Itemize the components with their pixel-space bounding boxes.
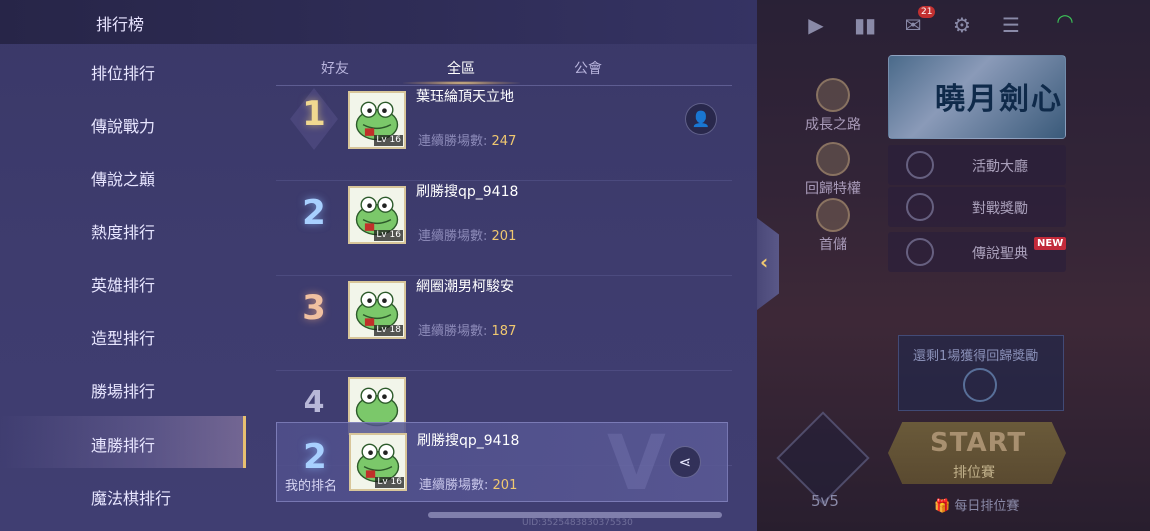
shop-icon[interactable]: ▮▮ [852, 12, 878, 38]
my-rank-bar[interactable]: V 2 我的排名 Lv 16 刷勝搜qp_9418 連續勝場數: 201 ⋖ [276, 422, 728, 502]
growth-road-button[interactable]: 成長之路 [798, 78, 868, 134]
tab-all-region[interactable]: 全區 [447, 58, 475, 78]
chevron-left-icon[interactable]: ‹ [760, 250, 768, 274]
add-friend-icon: 👤 [691, 110, 711, 128]
mail-count-badge: 21 [918, 6, 936, 18]
nav-item-magic-chess[interactable]: 魔法棋排行 [0, 469, 246, 521]
my-win-streak-stat: 連續勝場數: 201 [419, 478, 518, 493]
game-screen: ▶ ▮▮ ✉ 21 ⚙ ☰ ◠ 成長之路 回歸特權 首儲 曉月劍心 活動大廳 對… [0, 0, 1150, 531]
tab-friends[interactable]: 好友 [321, 58, 349, 78]
player-uid: UID:3525483830375530 [522, 518, 633, 528]
share-icon: ⋖ [678, 453, 692, 471]
return-privilege-button[interactable]: 回歸特權 [798, 142, 868, 198]
win-streak-stat: 連續勝場數: 201 [418, 229, 517, 244]
banner-title: 曉月劍心 [935, 82, 1063, 117]
start-label: START [930, 428, 1027, 458]
nav-item-popularity[interactable]: 熱度排行 [0, 203, 246, 255]
leaderboard-category-nav: 排位排行 傳說戰力 傳說之巔 熱度排行 英雄排行 造型排行 勝場排行 連勝排行 … [0, 44, 246, 531]
growth-road-icon [816, 78, 850, 112]
leaderboard-row[interactable]: 3 Lv 18 網圈潮男柯駿安 連續勝場數: 187 [276, 276, 732, 371]
first-recharge-button[interactable]: 首儲 [798, 198, 868, 254]
settings-icon[interactable]: ⚙ [949, 12, 975, 38]
player-name: 葉珏綸頂天立地 [416, 89, 514, 105]
leaderboard-row[interactable]: 2 Lv 16 刷勝搜qp_9418 連續勝場數: 201 [276, 181, 732, 276]
player-name: 刷勝搜qp_9418 [416, 184, 519, 200]
rank-number: 1 [302, 94, 326, 134]
rank-number: 2 [302, 193, 326, 233]
nav-item-legend-power[interactable]: 傳說戰力 [0, 97, 246, 149]
wifi-icon: ◠ [1056, 9, 1074, 33]
title-bar: 排行榜 [0, 0, 757, 44]
battle-reward-icon [906, 193, 934, 221]
return-privilege-icon [816, 142, 850, 176]
leaderboard-panel: 排行榜 排位排行 傳說戰力 傳說之巔 熱度排行 英雄排行 造型排行 勝場排行 連… [0, 0, 757, 531]
level-badge: Lv 16 [374, 135, 403, 146]
nav-item-ranked[interactable]: 排位排行 [0, 44, 246, 96]
rank-number: 4 [303, 385, 325, 420]
avatar[interactable]: Lv 16 [348, 91, 406, 149]
my-avatar[interactable]: Lv 16 [349, 433, 407, 491]
tab-guild[interactable]: 公會 [574, 58, 602, 78]
rank-number: 3 [302, 288, 326, 328]
battle-reward-button[interactable]: 對戰獎勵 [888, 187, 1066, 227]
win-streak-stat: 連續勝場數: 187 [418, 324, 517, 339]
share-button[interactable]: ⋖ [669, 446, 701, 478]
event-banner[interactable]: 曉月劍心 [888, 55, 1066, 139]
page-title: 排行榜 [96, 15, 145, 34]
avatar[interactable]: Lv 18 [348, 281, 406, 339]
nav-item-legend-peak[interactable]: 傳說之巔 [0, 150, 246, 202]
event-hall-icon [906, 151, 934, 179]
nav-item-win-streak[interactable]: 連勝排行 [0, 416, 246, 468]
active-tab-indicator [403, 81, 520, 85]
menu-list-icon[interactable]: ☰ [998, 12, 1024, 38]
level-badge: Lv 18 [374, 325, 403, 336]
my-player-name: 刷勝搜qp_9418 [417, 433, 520, 449]
level-badge: Lv 16 [374, 230, 403, 241]
replay-icon[interactable]: ▶ [803, 12, 829, 38]
my-rank-number: 2 [303, 437, 327, 477]
return-reward-box[interactable]: 還剩1場獲得回歸獎勵 [898, 335, 1064, 411]
nav-item-skin[interactable]: 造型排行 [0, 309, 246, 361]
leaderboard-row[interactable]: 1 Lv 16 葉珏綸頂天立地 連續勝場數: 247 👤 [276, 86, 732, 181]
nav-item-hero[interactable]: 英雄排行 [0, 256, 246, 308]
avatar[interactable]: Lv 16 [348, 186, 406, 244]
add-friend-button[interactable]: 👤 [685, 103, 717, 135]
level-badge: Lv 16 [375, 477, 404, 488]
my-rank-label: 我的排名 [285, 479, 338, 494]
reward-orb-icon [963, 368, 997, 402]
legend-pass-icon [906, 238, 934, 266]
scope-tabs: 好友 全區 公會 [276, 54, 732, 86]
start-mode-label: 排位賽 [953, 465, 995, 481]
money-bag-icon [816, 198, 850, 232]
event-hall-button[interactable]: 活動大廳 [888, 145, 1066, 185]
win-streak-stat: 連續勝場數: 247 [418, 134, 517, 149]
new-badge: NEW [1034, 237, 1067, 250]
daily-ranked-label[interactable]: 🎁 每日排位賽 [934, 495, 1019, 514]
mode-5v5-label: 5v5 [811, 492, 839, 510]
nav-item-wins[interactable]: 勝場排行 [0, 362, 246, 414]
player-name: 網圈潮男柯駿安 [416, 279, 514, 295]
